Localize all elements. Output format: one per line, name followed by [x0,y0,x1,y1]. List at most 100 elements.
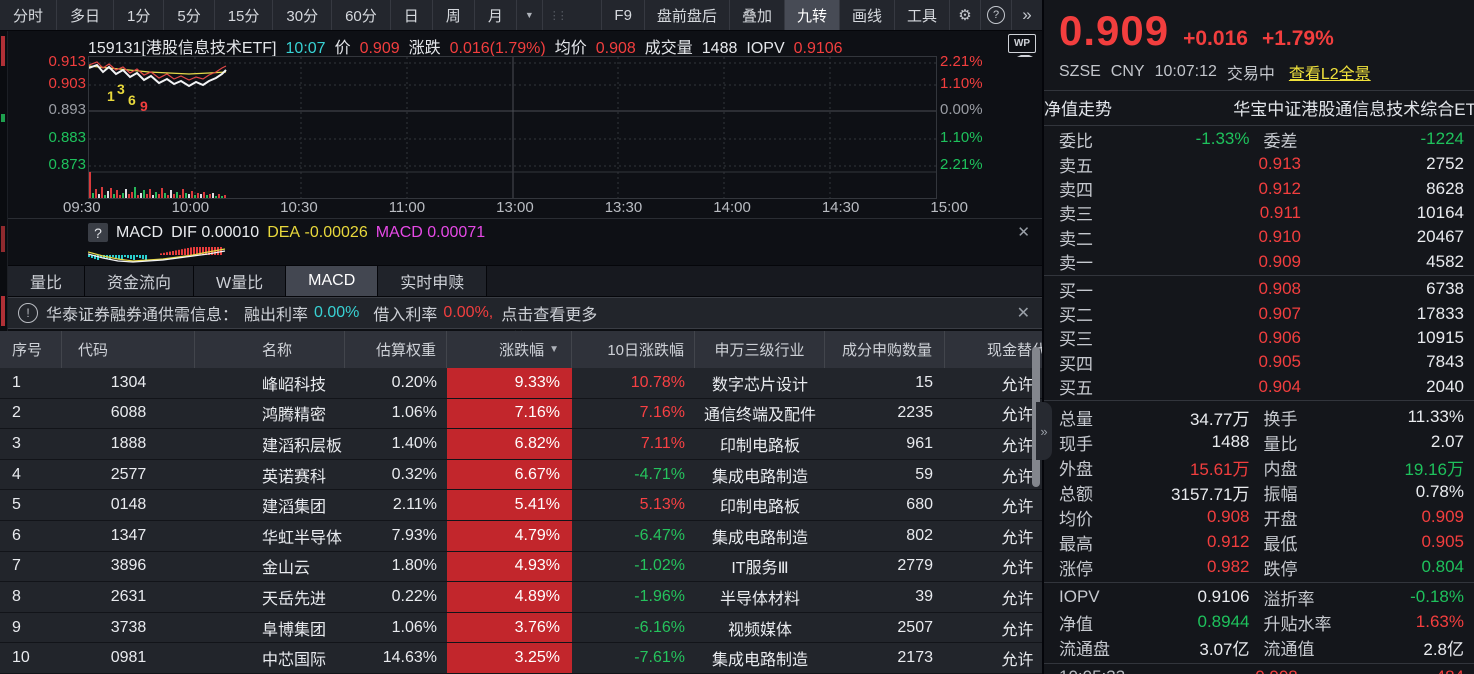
constituent-row[interactable]: 10 0981 中芯国际 14.63% 3.25% -7.61% 集成电路制造 … [0,643,1042,674]
last-price: 0.909 [1059,10,1169,52]
constituent-row[interactable]: 1 1304 峰岹科技 0.20% 9.33% 10.78% 数字芯片设计 15… [0,368,1042,399]
stats-row: 现手 1488 量比 2.07 [1059,430,1464,455]
panel-collapse-handle[interactable]: » [1036,402,1052,460]
order-book-panel: » 0.909 +0.016 +1.79% SZSE CNY 10:07:12 … [1042,0,1474,674]
ask-level-row[interactable]: 卖五 0.913 2752 [1059,152,1464,176]
nine-turn-count: 1 [107,88,115,104]
y-axis-pct-label: 2.21% [940,156,1004,173]
bid-level-row[interactable]: 买五 0.904 2040 [1059,375,1464,399]
stats-block: 总量 34.77万 换手 11.33% 现手 1488 量比 2.07 外盘 1… [1044,402,1474,580]
bid-level-row[interactable]: 买三 0.906 10915 [1059,326,1464,350]
server-time: 10:07:12 [1155,63,1217,81]
macd-indicator-panel: ? MACD DIF 0.00010 DEA -0.00026 MACD 0.0… [8,218,1042,266]
constituent-row[interactable]: 9 3738 阜博集团 1.06% 3.76% -6.16% 视频媒体 2507… [0,613,1042,644]
y-axis-label: 0.883 [26,129,86,146]
macd-readout: ? MACD DIF 0.00010 DEA -0.00026 MACD 0.0… [88,223,485,242]
nav-trend-label[interactable]: 净值走势 [1044,95,1112,120]
period-button[interactable]: 多日 [57,0,114,30]
y-axis-label: 0.913 [26,53,86,70]
more-chevron-icon[interactable]: » [1011,0,1042,30]
price-label: 价 [335,34,351,58]
time-axis-tick: 15:00 [930,199,968,216]
indicator-tab[interactable]: 实时申赎 [378,266,487,296]
period-button[interactable]: 30分 [273,0,332,30]
col-header-cash-substitute[interactable]: 现金替代 [945,331,1042,368]
ask-level-row[interactable]: 卖二 0.910 20467 [1059,225,1464,249]
commission-diff: -1224 [1342,129,1465,149]
table-body: 1 1304 峰岹科技 0.20% 9.33% 10.78% 数字芯片设计 15… [0,368,1042,674]
constituent-row[interactable]: 6 1347 华虹半导体 7.93% 4.79% -6.47% 集成电路制造 8… [0,521,1042,552]
tick-price: 0.908 [1179,667,1374,674]
indicator-help-icon[interactable]: ? [88,223,108,242]
table-header-row: 序号 代码 名称 估算权重 涨跌幅▼ 10日涨跌幅 申万三级行业 成分申购数量 … [0,331,1042,368]
time-axis: 09:3010:0010:3011:0013:0013:3014:0014:30… [63,199,968,216]
ask-levels: 卖五 0.913 2752 卖四 0.912 8628 卖三 0.911 101… [1044,152,1474,274]
tool-button[interactable]: 画线 [839,0,894,30]
info-icon: ! [18,303,38,323]
constituent-row[interactable]: 5 0148 建滔集团 2.11% 5.41% 5.13% 印制电路板 680 … [0,490,1042,521]
constituent-row[interactable]: 8 2631 天岳先进 0.22% 4.89% -1.96% 半导体材料 39 … [0,582,1042,613]
macd-close-icon[interactable]: ✕ [1017,223,1030,241]
toolbar-grip-icon[interactable]: ⋮⋮ [549,0,565,30]
col-header-weight[interactable]: 估算权重 [345,331,447,368]
tool-button[interactable]: 叠加 [729,0,784,30]
period-dropdown-icon[interactable]: ▼ [517,0,543,30]
tool-button[interactable]: 工具 [894,0,949,30]
period-button[interactable]: 60分 [332,0,391,30]
period-button[interactable]: 月 [475,0,517,30]
l2-panorama-link[interactable]: 查看L2全景 [1289,60,1371,84]
tool-button[interactable]: F9 [601,0,644,30]
stock-trading-terminal: 分时多日1分5分15分30分60分日周月 ▼ ⋮⋮ F9盘前盘后叠加九转画线工具… [0,0,1474,674]
col-header-index[interactable]: 序号 [0,331,62,368]
stats-row: 均价 0.908 开盘 0.909 [1059,505,1464,530]
margin-notice-bar[interactable]: ! 华泰证券融券通供需信息： 融出利率 0.00% 借入利率 0.00%, 点击… [8,297,1042,329]
period-button[interactable]: 1分 [114,0,164,30]
period-button[interactable]: 分时 [0,0,57,30]
ask-level-row[interactable]: 卖四 0.912 8628 [1059,176,1464,200]
col-header-industry[interactable]: 申万三级行业 [695,331,825,368]
tick-time: 10:05:33 [1059,667,1179,674]
y-axis-pct-label: 0.00% [940,101,1004,118]
indicator-tab[interactable]: MACD [286,266,378,296]
col-header-name[interactable]: 名称 [195,331,345,368]
notice-close-icon[interactable]: ✕ [1017,303,1030,323]
indicator-tab[interactable]: W量比 [194,266,286,296]
constituent-row[interactable]: 4 2577 英诺赛科 0.32% 6.67% -4.71% 集成电路制造 59… [0,460,1042,491]
constituent-row[interactable]: 3 1888 建滔积层板 1.40% 6.82% 7.11% 印制电路板 961… [0,429,1042,460]
period-button[interactable]: 5分 [164,0,214,30]
price-change-pct: +1.79% [1262,27,1334,51]
ask-level-row[interactable]: 卖三 0.911 10164 [1059,201,1464,225]
wp-monitor-icon[interactable]: WP [1008,34,1036,53]
tool-button[interactable]: 九转 [784,0,839,30]
period-button[interactable]: 周 [433,0,475,30]
period-button[interactable]: 日 [391,0,433,30]
bid-level-row[interactable]: 买一 0.908 6738 [1059,277,1464,301]
valuation-block: IOPV 0.9106 溢折率 -0.18% 净值 0.8944 升贴水率 1.… [1044,585,1474,660]
col-header-code[interactable]: 代码 [62,331,195,368]
period-button[interactable]: 15分 [215,0,274,30]
bid-level-row[interactable]: 买二 0.907 17833 [1059,301,1464,325]
ask-level-row[interactable]: 卖一 0.909 4582 [1059,250,1464,274]
intraday-chart-svg [89,57,936,198]
col-header-change[interactable]: 涨跌幅▼ [447,331,572,368]
price-plot-area[interactable]: 1 3 6 9 [88,56,937,199]
help-icon[interactable]: ? [980,0,1011,30]
y-axis-label: 0.873 [26,156,86,173]
col-header-subscribe-qty[interactable]: 成分申购数量 [825,331,945,368]
last-tick-row[interactable]: 10:05:33 0.908 484 [1044,663,1474,674]
time-axis-tick: 13:00 [496,199,534,216]
bid-levels: 买一 0.908 6738 买二 0.907 17833 买三 0.906 10… [1044,277,1474,399]
indicator-tab[interactable]: 资金流向 [85,266,194,296]
volume-label: 成交量 [645,34,693,58]
bid-level-row[interactable]: 买四 0.905 7843 [1059,350,1464,374]
time-axis-tick: 11:00 [389,199,425,216]
indicator-tab[interactable]: 量比 [8,266,85,296]
lend-rate-label: 融出利率 [244,301,308,325]
y-axis-pct-label: 1.10% [940,129,1004,146]
settings-gear-icon[interactable]: ⚙ [949,0,980,30]
col-header-change10d[interactable]: 10日涨跌幅 [572,331,695,368]
constituent-row[interactable]: 2 6088 鸿腾精密 1.06% 7.16% 7.16% 通信终端及配件 22… [0,399,1042,430]
tool-button[interactable]: 盘前盘后 [644,0,729,30]
constituent-row[interactable]: 7 3896 金山云 1.80% 4.93% -1.02% IT服务Ⅲ 2779… [0,552,1042,583]
nine-turn-count: 3 [117,81,125,97]
